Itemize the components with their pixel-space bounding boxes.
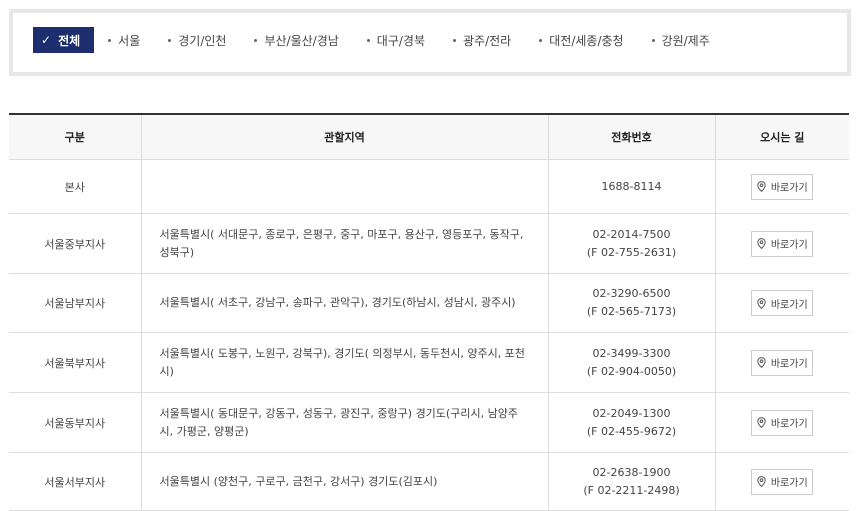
phone-cell: 02-3290-6500 (F 02-565-7173): [547, 273, 715, 333]
directions-cell: 바로가기: [714, 332, 849, 393]
branch-name: 서울서부지사: [9, 452, 141, 511]
branch-name: 본사: [9, 159, 141, 214]
region-tabs: ✓ 전체 서울 경기/인천 부산/울산/경남 대구/경북 광주/전라 대전/세종…: [33, 27, 738, 53]
tab-label: 광주/전라: [463, 33, 512, 48]
jurisdiction-region: 서울특별시( 동대문구, 강동구, 성동구, 광진구, 중랑구) 경기도(구리시…: [140, 392, 548, 453]
tab-all[interactable]: ✓ 전체: [33, 27, 95, 53]
col-header-phone: 전화번호: [547, 113, 715, 160]
tab-gyeonggi-incheon[interactable]: 경기/인천: [168, 27, 226, 53]
bullet-icon: [539, 38, 543, 42]
table-header-row: 구분 관할지역 전화번호 오시는 길: [9, 113, 849, 160]
table-row: 서울북부지사 서울특별시( 도봉구, 노원구, 강북구), 경기도( 의정부시, …: [9, 332, 849, 393]
table-row: 서울남부지사 서울특별시( 서초구, 강남구, 송파구, 관악구), 경기도(하남…: [9, 273, 849, 333]
col-header-division: 구분: [9, 113, 141, 160]
tab-daejeon-sejong-chungcheong[interactable]: 대전/세종/충청: [539, 27, 624, 53]
jurisdiction-region: 서울특별시( 서대문구, 종로구, 은평구, 중구, 마포구, 용산구, 영등포…: [140, 213, 548, 274]
phone-number: 02-3290-6500: [592, 287, 671, 300]
tab-label: 서울: [118, 33, 141, 48]
tab-label: 경기/인천: [178, 33, 227, 48]
map-pin-icon: [757, 297, 766, 309]
directions-cell: 바로가기: [714, 452, 849, 511]
directions-button-label: 바로가기: [770, 183, 808, 194]
directions-button-label: 바로가기: [770, 478, 808, 489]
branch-table: 구분 관할지역 전화번호 오시는 길 본사 1688-8114 바로가기 서울중부지사…: [9, 113, 849, 511]
directions-button[interactable]: 바로가기: [751, 173, 814, 200]
phone-cell: 02-2049-1300 (F 02-455-9672): [547, 392, 715, 453]
tab-gwangju-jeolla[interactable]: 광주/전라: [453, 27, 511, 53]
table-row: 서울동부지사 서울특별시( 동대문구, 강동구, 성동구, 광진구, 중랑구) 경…: [9, 392, 849, 453]
region-filter-box: ✓ 전체 서울 경기/인천 부산/울산/경남 대구/경북 광주/전라 대전/세종…: [9, 9, 851, 76]
directions-button-label: 바로가기: [770, 359, 808, 370]
map-pin-icon: [757, 238, 766, 249]
tab-seoul[interactable]: 서울: [108, 27, 140, 53]
tab-label: 대전/세종/충청: [549, 33, 624, 48]
fax-number: (F 02-565-7173): [586, 305, 677, 318]
tab-busan-ulsan-gyeongnam[interactable]: 부산/울산/경남: [254, 27, 339, 53]
directions-cell: 바로가기: [714, 159, 849, 214]
jurisdiction-region: 서울특별시( 도봉구, 노원구, 강북구), 경기도( 의정부시, 동두천시, …: [140, 332, 548, 393]
tab-gangwon-jeju[interactable]: 강원/제주: [651, 27, 710, 53]
directions-button-label: 바로가기: [770, 240, 808, 251]
tab-label: 부산/울산/경남: [264, 33, 339, 48]
col-header-region: 관할지역: [140, 113, 548, 160]
fax-number: (F 02-455-9672): [586, 424, 677, 438]
bullet-icon: [254, 38, 258, 42]
phone-number: 02-3499-3300: [592, 346, 671, 360]
phone-cell: 02-2014-7500 (F 02-755-2631): [547, 213, 715, 274]
fax-number: (F 02-2211-2498): [583, 483, 680, 497]
phone-number: 02-2014-7500: [592, 227, 671, 241]
bullet-icon: [366, 38, 370, 42]
bullet-icon: [453, 38, 457, 42]
branch-name: 서울북부지사: [9, 332, 141, 393]
fax-number: (F 02-904-0050): [586, 364, 677, 378]
map-pin-icon: [757, 476, 766, 487]
table-row: 본사 1688-8114 바로가기: [9, 159, 849, 214]
directions-cell: 바로가기: [714, 392, 849, 453]
phone-number: 02-2049-1300: [592, 406, 671, 420]
phone-number: 02-2638-1900: [592, 465, 671, 479]
map-pin-icon: [757, 181, 766, 192]
branch-name: 서울동부지사: [9, 392, 141, 453]
bullet-icon: [108, 38, 112, 42]
jurisdiction-region: 서울특별시( 서초구, 강남구, 송파구, 관악구), 경기도(하남시, 성남시…: [140, 273, 548, 333]
jurisdiction-region: 서울특별시 (양천구, 구로구, 금천구, 강서구) 경기도(김포시): [140, 452, 548, 511]
directions-button[interactable]: 바로가기: [751, 409, 814, 436]
tab-daegu-gyeongbuk[interactable]: 대구/경북: [366, 27, 426, 53]
directions-button-label: 바로가기: [770, 419, 808, 430]
directions-button-label: 바로가기: [770, 299, 808, 311]
tab-label: 강원/제주: [661, 33, 710, 48]
directions-button[interactable]: 바로가기: [751, 290, 814, 316]
phone-number: 1688-8114: [601, 179, 662, 193]
branch-name: 서울남부지사: [9, 273, 141, 333]
bullet-icon: [651, 38, 655, 42]
branch-name: 서울중부지사: [9, 213, 141, 274]
directions-cell: 바로가기: [714, 273, 849, 333]
tab-label: 전체: [58, 33, 81, 48]
jurisdiction-region: [140, 159, 548, 214]
directions-button[interactable]: 바로가기: [751, 230, 814, 257]
col-header-directions: 오시는 길: [714, 113, 849, 160]
branch-table-wrapper: 구분 관할지역 전화번호 오시는 길 본사 1688-8114 바로가기 서울중부지사…: [9, 113, 849, 511]
check-icon: ✓: [41, 33, 52, 47]
map-pin-icon: [757, 417, 766, 428]
phone-cell: 02-3499-3300 (F 02-904-0050): [547, 332, 715, 393]
directions-button[interactable]: 바로가기: [751, 468, 814, 495]
directions-cell: 바로가기: [714, 213, 849, 274]
tab-label: 대구/경북: [376, 33, 426, 48]
directions-button[interactable]: 바로가기: [751, 349, 814, 376]
table-row: 서울중부지사 서울특별시( 서대문구, 종로구, 은평구, 중구, 마포구, 용산…: [9, 213, 849, 274]
bullet-icon: [168, 38, 172, 42]
phone-cell: 1688-8114: [547, 159, 715, 214]
phone-cell: 02-2638-1900 (F 02-2211-2498): [547, 452, 715, 511]
map-pin-icon: [757, 357, 766, 368]
table-row: 서울서부지사 서울특별시 (양천구, 구로구, 금천구, 강서구) 경기도(김포시…: [9, 452, 849, 511]
fax-number: (F 02-755-2631): [586, 245, 677, 259]
